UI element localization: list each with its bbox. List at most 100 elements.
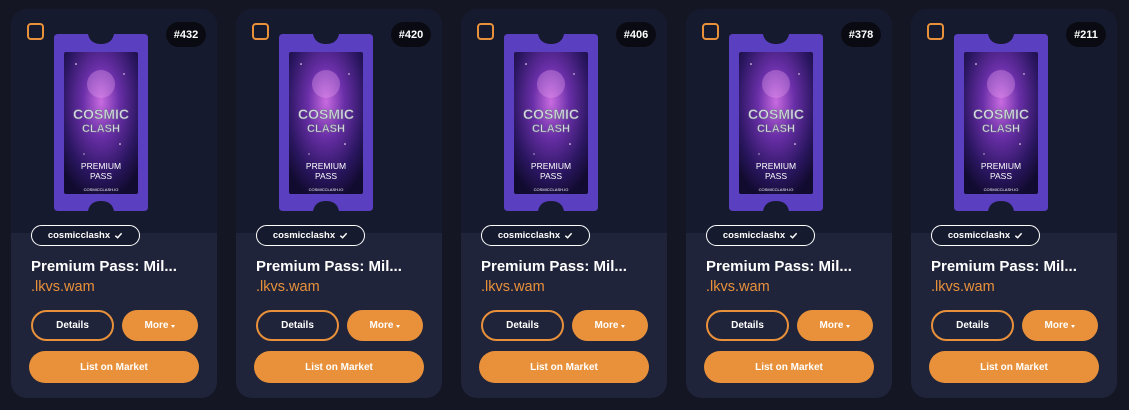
select-checkbox[interactable] [927, 23, 944, 40]
svg-text:PREMIUM: PREMIUM [531, 161, 571, 171]
verified-check-icon [340, 232, 348, 239]
more-label: More [594, 320, 619, 331]
select-checkbox[interactable] [252, 23, 269, 40]
svg-text:PREMIUM: PREMIUM [81, 161, 121, 171]
premium-pass-ticket-image[interactable]: COSMIC CLASH PREMIUM PASS COSMICCLASH.IO [504, 34, 598, 211]
list-on-market-button[interactable]: List on Market [929, 351, 1099, 383]
nft-card[interactable]: #432 COSMIC CLASH PREMIUM PASS COSMICCLA… [11, 9, 217, 398]
owner-account: .lkvs.wam [706, 279, 770, 295]
verified-check-icon [1015, 232, 1023, 239]
nft-card[interactable]: #406 COSMIC CLASH PREMIUM PASS COSMICCLA… [461, 9, 667, 398]
premium-pass-ticket-image[interactable]: COSMIC CLASH PREMIUM PASS COSMICCLASH.IO [729, 34, 823, 211]
nft-card[interactable]: #420 COSMIC CLASH PREMIUM PASS COSMICCLA… [236, 9, 442, 398]
card-media-area: #211 COSMIC CLASH PREMIUM PASS COSMICCLA… [911, 9, 1117, 233]
svg-text:PREMIUM: PREMIUM [756, 161, 796, 171]
svg-text:CLASH: CLASH [82, 123, 120, 135]
svg-text:COSMIC: COSMIC [973, 106, 1029, 122]
svg-text:PREMIUM: PREMIUM [981, 161, 1021, 171]
card-media-area: #378 COSMIC CLASH PREMIUM PASS COSMICCLA… [686, 9, 892, 233]
svg-text:COSMICCLASH.IO: COSMICCLASH.IO [984, 187, 1019, 192]
details-button[interactable]: Details [31, 310, 114, 341]
svg-text:PASS: PASS [90, 171, 112, 181]
svg-text:COSMIC: COSMIC [298, 106, 354, 122]
list-on-market-button[interactable]: List on Market [704, 351, 874, 383]
svg-text:PASS: PASS [990, 171, 1012, 181]
svg-text:CLASH: CLASH [307, 123, 345, 135]
owner-account: .lkvs.wam [931, 279, 995, 295]
collection-tag[interactable]: cosmicclashx [256, 225, 365, 246]
svg-text:COSMICCLASH.IO: COSMICCLASH.IO [84, 187, 119, 192]
collection-name: cosmicclashx [947, 230, 1011, 241]
nft-card[interactable]: #378 COSMIC CLASH PREMIUM PASS COSMICCLA… [686, 9, 892, 398]
more-label: More [819, 320, 844, 331]
asset-title: Premium Pass: Mil... [31, 258, 177, 275]
premium-pass-ticket-image[interactable]: COSMIC CLASH PREMIUM PASS COSMICCLASH.IO [54, 34, 148, 211]
mint-number-badge: #432 [166, 22, 206, 47]
mint-number-badge: #420 [391, 22, 431, 47]
list-on-market-button[interactable]: List on Market [254, 351, 424, 383]
more-label: More [144, 320, 169, 331]
svg-text:CLASH: CLASH [757, 123, 795, 135]
svg-text:COSMICCLASH.IO: COSMICCLASH.IO [759, 187, 794, 192]
nft-card-grid: #432 COSMIC CLASH PREMIUM PASS COSMICCLA… [0, 0, 1129, 410]
details-button[interactable]: Details [481, 310, 564, 341]
more-dropdown-button[interactable]: More [1022, 310, 1098, 341]
mint-number-badge: #406 [616, 22, 656, 47]
caret-down-icon [846, 324, 851, 328]
details-button[interactable]: Details [256, 310, 339, 341]
card-media-area: #406 COSMIC CLASH PREMIUM PASS COSMICCLA… [461, 9, 667, 233]
caret-down-icon [396, 324, 401, 328]
collection-name: cosmicclashx [272, 230, 336, 241]
svg-text:COSMIC: COSMIC [748, 106, 804, 122]
more-dropdown-button[interactable]: More [347, 310, 423, 341]
caret-down-icon [621, 324, 626, 328]
svg-text:PASS: PASS [315, 171, 337, 181]
collection-name: cosmicclashx [497, 230, 561, 241]
select-checkbox[interactable] [477, 23, 494, 40]
mint-number-badge: #378 [841, 22, 881, 47]
owner-account: .lkvs.wam [256, 279, 320, 295]
premium-pass-ticket-image[interactable]: COSMIC CLASH PREMIUM PASS COSMICCLASH.IO [954, 34, 1048, 211]
asset-title: Premium Pass: Mil... [931, 258, 1077, 275]
svg-text:COSMIC: COSMIC [523, 106, 579, 122]
svg-text:COSMICCLASH.IO: COSMICCLASH.IO [534, 187, 569, 192]
select-checkbox[interactable] [702, 23, 719, 40]
collection-name: cosmicclashx [47, 230, 111, 241]
caret-down-icon [1071, 324, 1076, 328]
svg-text:CLASH: CLASH [982, 123, 1020, 135]
svg-text:COSMICCLASH.IO: COSMICCLASH.IO [309, 187, 344, 192]
asset-title: Premium Pass: Mil... [706, 258, 852, 275]
collection-tag[interactable]: cosmicclashx [481, 225, 590, 246]
svg-text:PREMIUM: PREMIUM [306, 161, 346, 171]
details-button[interactable]: Details [706, 310, 789, 341]
list-on-market-button[interactable]: List on Market [29, 351, 199, 383]
verified-check-icon [565, 232, 573, 239]
more-dropdown-button[interactable]: More [797, 310, 873, 341]
owner-account: .lkvs.wam [31, 279, 95, 295]
details-button[interactable]: Details [931, 310, 1014, 341]
collection-tag[interactable]: cosmicclashx [706, 225, 815, 246]
list-on-market-button[interactable]: List on Market [479, 351, 649, 383]
svg-text:COSMIC: COSMIC [73, 106, 129, 122]
select-checkbox[interactable] [27, 23, 44, 40]
card-media-area: #420 COSMIC CLASH PREMIUM PASS COSMICCLA… [236, 9, 442, 233]
nft-card[interactable]: #211 COSMIC CLASH PREMIUM PASS COSMICCLA… [911, 9, 1117, 398]
svg-text:PASS: PASS [540, 171, 562, 181]
caret-down-icon [171, 324, 176, 328]
collection-tag[interactable]: cosmicclashx [931, 225, 1040, 246]
verified-check-icon [115, 232, 123, 239]
verified-check-icon [790, 232, 798, 239]
asset-title: Premium Pass: Mil... [481, 258, 627, 275]
svg-text:PASS: PASS [765, 171, 787, 181]
more-dropdown-button[interactable]: More [572, 310, 648, 341]
premium-pass-ticket-image[interactable]: COSMIC CLASH PREMIUM PASS COSMICCLASH.IO [279, 34, 373, 211]
mint-number-badge: #211 [1066, 22, 1106, 47]
more-dropdown-button[interactable]: More [122, 310, 198, 341]
collection-name: cosmicclashx [722, 230, 786, 241]
more-label: More [369, 320, 394, 331]
owner-account: .lkvs.wam [481, 279, 545, 295]
more-label: More [1044, 320, 1069, 331]
svg-text:CLASH: CLASH [532, 123, 570, 135]
asset-title: Premium Pass: Mil... [256, 258, 402, 275]
collection-tag[interactable]: cosmicclashx [31, 225, 140, 246]
